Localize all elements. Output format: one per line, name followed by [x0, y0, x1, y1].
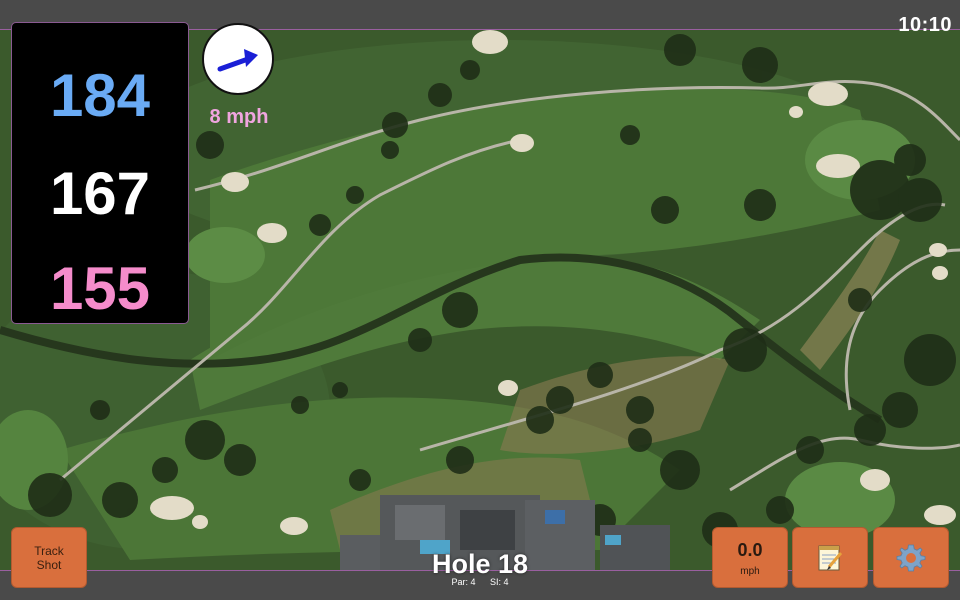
- track-shot-label-line1: Track: [34, 543, 64, 558]
- hole-par: Par: 4: [451, 577, 476, 587]
- settings-button[interactable]: [873, 527, 949, 588]
- wind-indicator: [202, 23, 274, 95]
- track-shot-label-line2: Shot: [36, 557, 62, 572]
- hole-title: Hole 18: [431, 549, 529, 579]
- front-distance: 155: [49, 255, 151, 322]
- hole-stroke-index: SI: 4: [490, 577, 509, 587]
- notes-button[interactable]: [792, 527, 868, 588]
- wind-speed: 8 mph: [209, 106, 269, 128]
- speed-button[interactable]: 0.0 mph: [712, 527, 788, 588]
- speed-value: 0.0: [737, 540, 763, 560]
- notepad-icon: [818, 545, 843, 570]
- gear-icon: [896, 544, 926, 571]
- wind-arrow-icon: [217, 49, 258, 72]
- speed-unit: mph: [740, 566, 760, 577]
- back-distance: 184: [49, 62, 151, 129]
- middle-distance: 167: [49, 160, 151, 227]
- clock: 10:10: [898, 14, 952, 36]
- hole-info: Par: 4 SI: 4: [380, 577, 580, 587]
- distance-panel: 184 167 155: [11, 22, 189, 324]
- track-shot-button[interactable]: Track Shot: [11, 527, 87, 588]
